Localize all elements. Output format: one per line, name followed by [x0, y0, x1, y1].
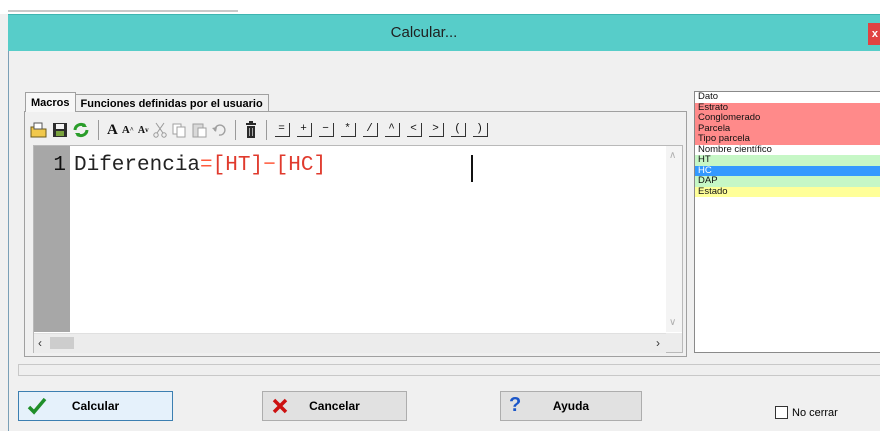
font-bold-icon[interactable]: A	[107, 120, 118, 140]
save-icon[interactable]	[52, 120, 68, 140]
field-item-tipo-parcela[interactable]: Tipo parcela	[695, 133, 880, 145]
cancelar-label: Cancelar	[309, 399, 360, 413]
status-strip	[18, 364, 880, 376]
field-item-dato[interactable]: Dato	[695, 91, 880, 103]
window-title: Calcular...	[390, 24, 458, 41]
field-list[interactable]: Dato Estrato Conglomerado Parcela Tipo p…	[694, 91, 880, 353]
delete-icon[interactable]	[244, 120, 258, 140]
no-cerrar-checkbox[interactable]: No cerrar	[775, 406, 838, 419]
text-caret	[471, 155, 473, 182]
operator-multiply-button[interactable]: *	[340, 123, 356, 137]
line-number: 1	[53, 154, 66, 177]
font-larger-label: A	[121, 124, 130, 136]
formula-text[interactable]: Diferencia=[HT]−[HC]	[74, 154, 326, 177]
ayuda-button[interactable]: ? Ayuda	[500, 391, 642, 421]
calcular-button[interactable]: Calcular	[18, 391, 173, 421]
formula-field-reference: [HT]	[212, 154, 264, 177]
operator-less-than-button[interactable]: <	[406, 123, 422, 137]
checkbox-box[interactable]	[775, 406, 788, 419]
field-item-ht[interactable]: HT	[695, 154, 880, 166]
calcular-label: Calcular	[71, 399, 120, 413]
paste-icon[interactable]	[191, 120, 207, 140]
font-smaller-label: A	[137, 124, 146, 136]
refresh-icon[interactable]	[72, 120, 90, 140]
field-item-conglomerado[interactable]: Conglomerado	[695, 112, 880, 124]
operator-open-paren-button[interactable]: (	[450, 123, 466, 137]
toolbar-separator	[234, 120, 236, 140]
top-divider	[8, 10, 238, 12]
top-strip	[0, 0, 880, 14]
copy-icon[interactable]	[171, 120, 187, 140]
close-button[interactable]: x	[868, 23, 880, 45]
toolbar-separator	[98, 120, 99, 140]
horizontal-scroll-thumb[interactable]	[50, 337, 74, 349]
tab-bar: Macros Funciones definidas por el usuari…	[25, 92, 269, 112]
toolbar-separator	[265, 120, 267, 140]
font-larger-icon[interactable]: A ^	[122, 120, 134, 140]
scrollbar-corner	[666, 333, 682, 352]
title-bar[interactable]: Calcular... x	[8, 14, 880, 51]
dialog-left-border	[8, 51, 9, 431]
cut-icon[interactable]	[152, 120, 167, 140]
scroll-up-icon[interactable]: ∧	[669, 150, 676, 161]
formula-field-reference: [HC]	[275, 154, 327, 177]
cancelar-button[interactable]: Cancelar	[262, 391, 407, 421]
scroll-down-icon[interactable]: ∨	[669, 317, 676, 328]
font-smaller-icon[interactable]: Av	[138, 120, 149, 140]
scroll-left-icon[interactable]: ‹	[38, 336, 42, 350]
ayuda-label: Ayuda	[552, 399, 590, 413]
vertical-scrollbar[interactable]: ∧ ∨	[666, 146, 682, 332]
tab-user-functions[interactable]: Funciones definidas por el usuario	[74, 94, 269, 112]
operator-greater-than-button[interactable]: >	[428, 123, 444, 137]
operator-power-button[interactable]: ^	[384, 123, 400, 137]
field-item-hc[interactable]: HC	[695, 165, 880, 176]
operator-divide-button[interactable]: /	[362, 123, 378, 137]
operator-close-paren-button[interactable]: )	[472, 123, 488, 137]
formula-identifier: Diferencia	[74, 154, 201, 177]
operator-minus-button[interactable]: −	[318, 123, 334, 137]
formula-operator: =	[200, 154, 213, 177]
undo-icon[interactable]	[211, 120, 227, 140]
formula-editor[interactable]: 1 Diferencia=[HT]−[HC] ∧ ∨ ‹ ›	[33, 145, 683, 353]
open-file-icon[interactable]	[30, 120, 48, 140]
horizontal-scrollbar[interactable]: ‹ ›	[34, 333, 666, 353]
scroll-right-icon[interactable]: ›	[656, 336, 660, 350]
no-cerrar-label: No cerrar	[792, 406, 838, 419]
editor-toolbar: A A ^ Av = + − * / ^ < > ( )	[30, 119, 495, 141]
field-item-nombre-cientifico[interactable]: Nombre científico	[695, 144, 880, 155]
tab-macros[interactable]: Macros	[25, 92, 76, 112]
line-number-gutter: 1	[34, 146, 70, 332]
formula-operator: −	[263, 154, 276, 177]
operator-equals-button[interactable]: =	[274, 123, 290, 137]
operator-plus-button[interactable]: +	[296, 123, 312, 137]
field-item-dap[interactable]: DAP	[695, 175, 880, 187]
field-item-estado[interactable]: Estado	[695, 186, 880, 197]
